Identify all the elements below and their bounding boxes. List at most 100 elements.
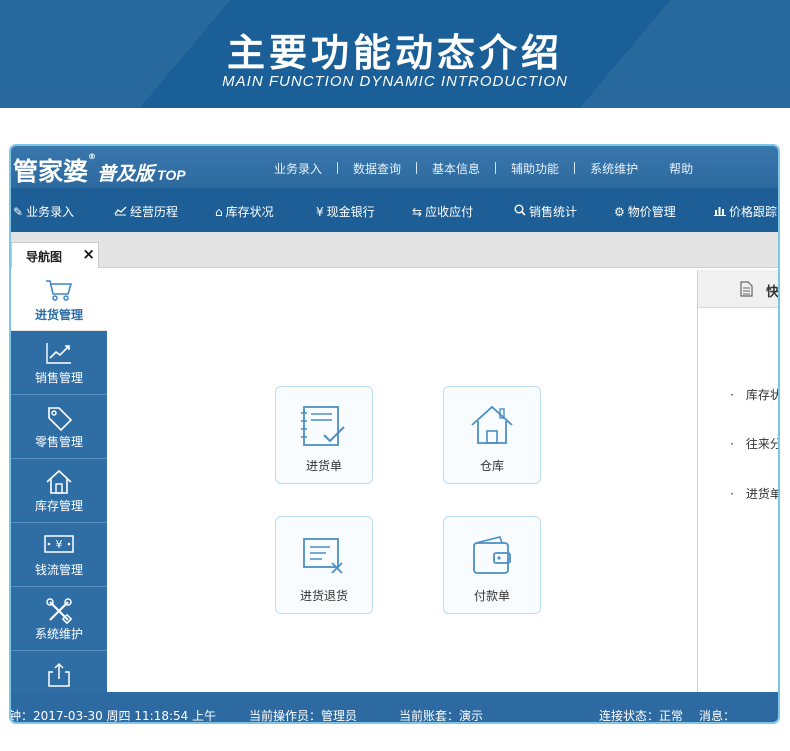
sidebar-item-purchase[interactable]: 进货管理	[11, 268, 107, 331]
bullet: ·	[730, 388, 734, 402]
gear-icon: ⚙	[614, 204, 625, 219]
toolbar-label: 价格跟踪	[729, 205, 778, 219]
tile-payment[interactable]: 付款单	[443, 516, 541, 614]
menu-separator	[495, 162, 497, 174]
tile-label: 仓库	[479, 459, 504, 473]
warehouse-icon	[471, 405, 513, 444]
sidebar-item-inventory[interactable]: 库存管理	[11, 459, 107, 523]
toolbar-label: 销售统计	[529, 205, 578, 219]
menu-separator	[337, 162, 339, 174]
menu-business-entry[interactable]: 业务录入	[274, 160, 322, 177]
toolbar-cash-bank[interactable]: ¥ 现金银行	[316, 203, 375, 220]
logo-reg: ®	[88, 152, 97, 161]
document-icon	[740, 281, 753, 301]
sidebar-item-cashflow[interactable]: ¥ 钱流管理	[11, 523, 107, 587]
menu-separator	[653, 162, 654, 174]
toolbar-receivable-payable[interactable]: ⇆ 应收应付	[412, 203, 473, 220]
toolbar: ✎ 业务录入 经营历程 ⌂ 库存状况 ¥ 现金银行 ⇆ 应收应付 销售统计 ⚙ 物价管理	[11, 188, 778, 232]
app-window: 管家婆®普及版 TOP 业务录入 数据查询 基本信息 辅助功能 系统维护 帮助 ✎…	[9, 144, 780, 724]
quick-link-accounts[interactable]: · 往来分	[730, 435, 780, 452]
quick-link-label: 进货单	[745, 487, 780, 501]
house-icon	[11, 459, 107, 497]
toolbar-label: 库存状况	[225, 205, 274, 219]
menu-auxiliary[interactable]: 辅助功能	[511, 160, 559, 177]
toolbar-sales-statistics[interactable]: 销售统计	[514, 203, 577, 220]
sidebar-label: 钱流管理	[34, 563, 83, 577]
sidebar: 进货管理 销售管理 零售管理 库存管理 ¥ 钱流管理 系统维护	[11, 268, 107, 692]
tile-warehouse[interactable]: 仓库	[443, 386, 541, 484]
sidebar-label: 进货管理	[34, 308, 83, 322]
toolbar-business-entry[interactable]: ✎ 业务录入	[13, 203, 74, 220]
tag-icon	[11, 395, 107, 433]
toolbar-price-management[interactable]: ⚙ 物价管理	[614, 203, 676, 220]
tile-label: 进货退货	[299, 589, 348, 603]
tab-bar: 导航图 ×	[11, 232, 778, 268]
tile-purchase-order[interactable]: 进货单	[275, 386, 373, 484]
tools-icon	[11, 587, 107, 625]
status-account: 当前账套：演示	[399, 709, 484, 723]
bullet: ·	[730, 487, 734, 501]
status-connection: 连接状态：正常	[599, 709, 684, 723]
trend-icon	[11, 331, 107, 369]
toolbar-label: 业务录入	[26, 205, 75, 219]
sidebar-label: 销售管理	[34, 371, 83, 385]
toolbar-label: 经营历程	[130, 205, 179, 219]
tab-label: 导航图	[26, 250, 63, 264]
app-logo: 管家婆®普及版 TOP	[13, 152, 186, 188]
logo-top: TOP	[157, 167, 186, 183]
status-message[interactable]: 消息：	[699, 707, 735, 722]
tile-label: 进货单	[305, 459, 342, 473]
menu-basic-info[interactable]: 基本信息	[432, 160, 480, 177]
quick-link-purchase[interactable]: · 进货单	[730, 485, 780, 502]
menu-data-query[interactable]: 数据查询	[353, 160, 401, 177]
toolbar-inventory-status[interactable]: ⌂ 库存状况	[215, 203, 274, 220]
banner-subtitle: MAIN FUNCTION DYNAMIC INTRODUCTION	[222, 73, 568, 90]
toolbar-price-tracking[interactable]: 价格跟踪	[714, 203, 777, 220]
toolbar-business-history[interactable]: 经营历程	[114, 203, 178, 220]
menu-system-maintenance[interactable]: 系统维护	[590, 160, 638, 177]
banner: 主要功能动态介绍 MAIN FUNCTION DYNAMIC INTRODUCT…	[0, 0, 790, 108]
menu-separator	[416, 162, 418, 174]
svg-text:¥: ¥	[56, 538, 63, 551]
tile-label: 付款单	[473, 589, 510, 603]
toolbar-label: 应收应付	[425, 205, 474, 219]
navigation-canvas: 进货单 仓库 进货退货 付款单	[107, 268, 697, 692]
banner-title: 主要功能动态介绍	[226, 31, 563, 75]
purchase-return-icon	[303, 538, 343, 574]
menu-separator	[574, 162, 576, 174]
home-icon: ⌂	[215, 204, 223, 219]
purchase-order-icon	[301, 406, 345, 446]
search-icon	[514, 204, 526, 219]
export-icon	[11, 651, 107, 689]
app-header: 管家婆®普及版 TOP 业务录入 数据查询 基本信息 辅助功能 系统维护 帮助	[11, 146, 778, 188]
status-operator: 当前操作员：管理员	[249, 709, 358, 723]
toolbar-label: 现金银行	[326, 205, 375, 219]
menu-help[interactable]: 帮助	[669, 160, 693, 177]
quick-link-label: 库存状	[745, 388, 780, 402]
tab-navigation-map[interactable]: 导航图 ×	[11, 242, 99, 268]
bullet: ·	[730, 437, 734, 451]
close-icon[interactable]: ×	[82, 245, 95, 263]
cart-icon	[11, 268, 107, 306]
trend-icon	[114, 205, 127, 219]
sidebar-item-retail[interactable]: 零售管理	[11, 395, 107, 459]
exchange-icon: ⇆	[412, 204, 423, 219]
sidebar-label: 系统维护	[34, 627, 83, 641]
quick-panel: 快 · 库存状 · 往来分 · 进货单	[697, 270, 780, 692]
sidebar-item-sales[interactable]: 销售管理	[11, 331, 107, 395]
toolbar-label: 物价管理	[627, 205, 676, 219]
bar-chart-icon	[714, 205, 726, 219]
banknote-icon: ¥	[11, 523, 107, 561]
sidebar-item-system[interactable]: 系统维护	[11, 587, 107, 651]
quick-link-label: 往来分	[745, 437, 780, 451]
edit-icon: ✎	[13, 204, 24, 219]
logo-name: 管家婆	[13, 157, 89, 186]
logo-edition: 普及版	[97, 163, 155, 185]
status-clock: 钟：2017-03-30 周四 11:18:54 上午	[9, 709, 217, 723]
wallet-icon	[473, 536, 511, 574]
yen-icon: ¥	[316, 204, 324, 219]
sidebar-label: 零售管理	[34, 435, 83, 449]
status-bar: 钟：2017-03-30 周四 11:18:54 上午 当前操作员：管理员 当前…	[9, 692, 778, 723]
quick-link-inventory[interactable]: · 库存状	[730, 386, 780, 403]
tile-purchase-return[interactable]: 进货退货	[275, 516, 373, 614]
